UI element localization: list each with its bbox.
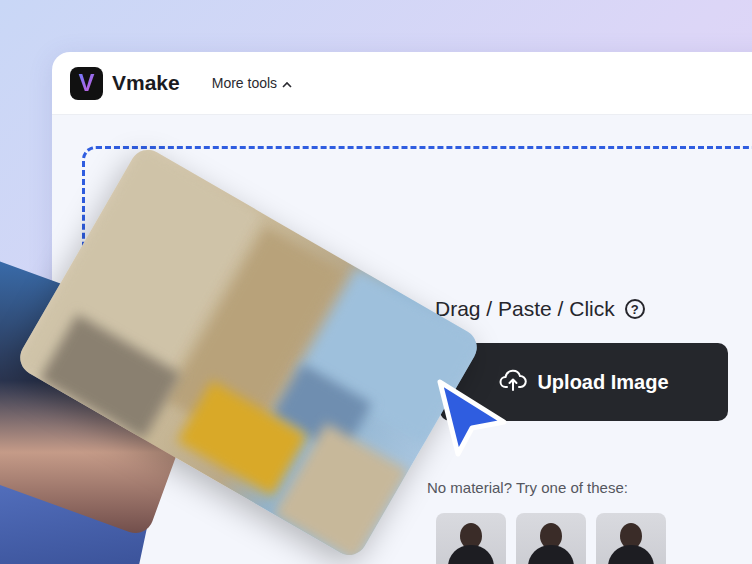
chevron-icon[interactable]: [282, 75, 292, 91]
sample-thumbnail[interactable]: [596, 513, 666, 564]
logo-letter: V: [78, 71, 94, 95]
help-icon[interactable]: ?: [625, 299, 645, 319]
sample-list: [436, 513, 727, 564]
upload-hint: Drag / Paste / Click?: [427, 297, 727, 321]
header-bar: V Vmake More tools: [52, 52, 752, 115]
more-tools-label[interactable]: More tools: [212, 75, 277, 91]
cloud-upload-icon: [499, 368, 527, 397]
samples-label: No material? Try one of these:: [427, 479, 727, 496]
more-tools-menu[interactable]: More tools: [212, 75, 292, 91]
sample-thumbnail[interactable]: [436, 513, 506, 564]
sample-thumbnail[interactable]: [516, 513, 586, 564]
cursor-icon: [432, 376, 512, 458]
logo[interactable]: V: [70, 67, 103, 100]
brand-name[interactable]: Vmake: [112, 71, 180, 95]
upload-button-label[interactable]: Upload Image: [537, 371, 668, 394]
hint-text: Drag / Paste / Click: [435, 297, 615, 321]
